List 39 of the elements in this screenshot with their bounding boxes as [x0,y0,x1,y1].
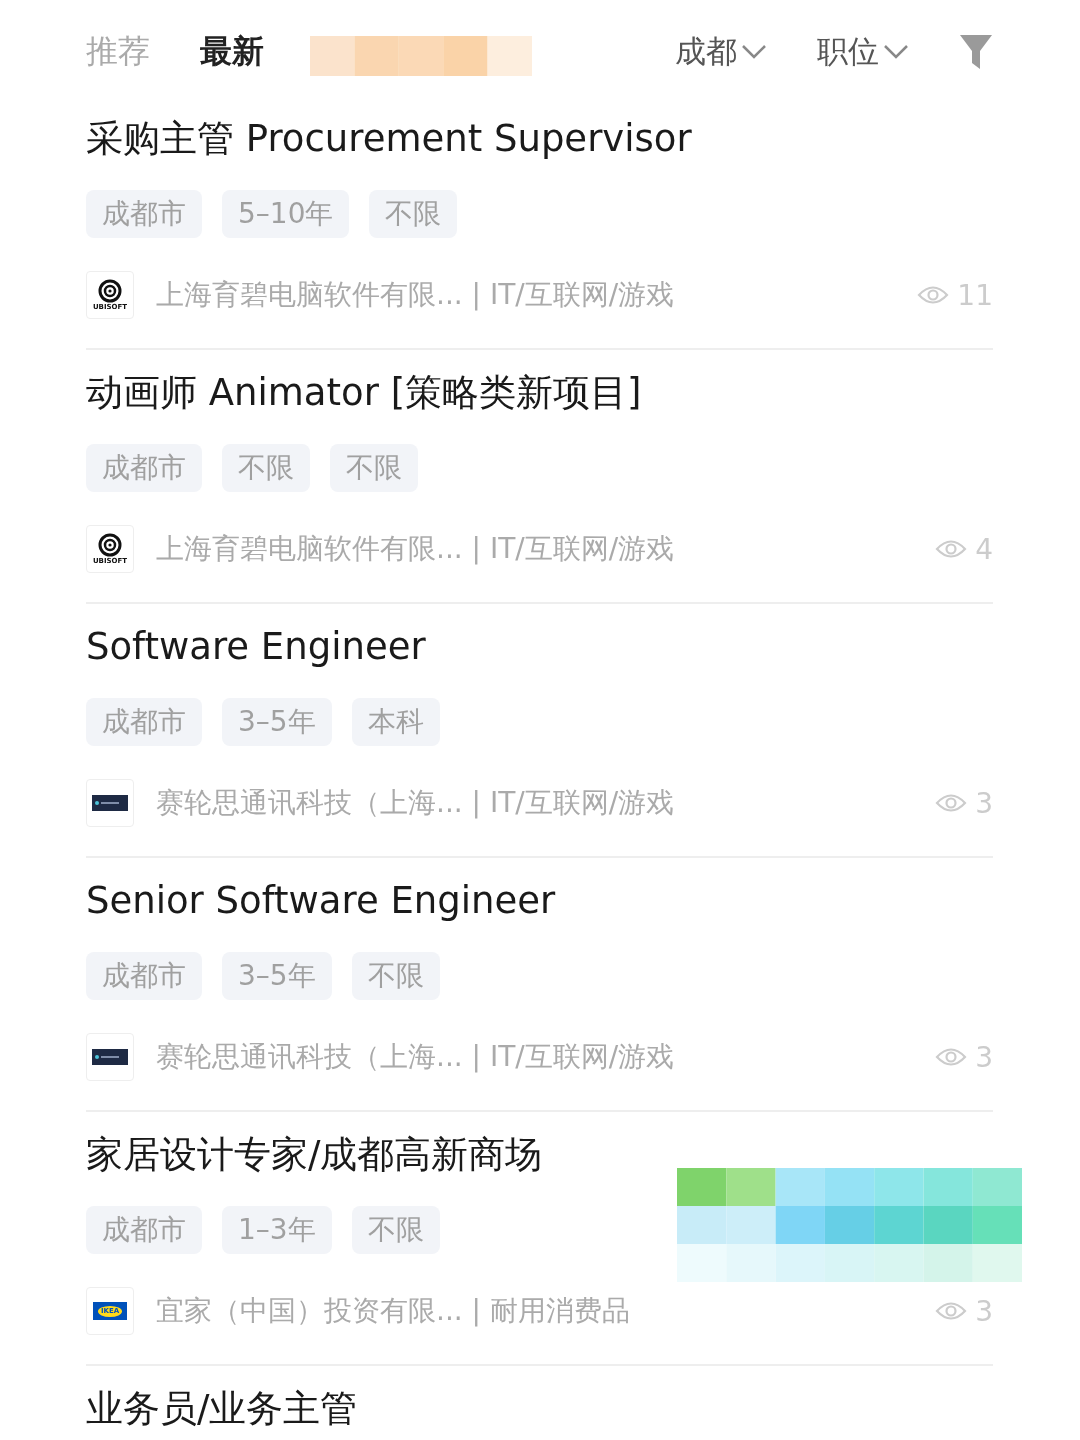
banner-icon [92,795,128,811]
company-info: 赛轮思通讯科技（上海... | IT/互联网/游戏 [156,785,675,821]
job-title[interactable]: 动画师 Animator [策略类新项目] [86,368,993,418]
job-title[interactable]: Senior Software Engineer [86,876,993,926]
filter-dropdown[interactable]: 成都 [675,31,767,73]
job-tag: 不限 [222,444,310,492]
company-info: 上海育碧电脑软件有限... | IT/互联网/游戏 [156,277,675,313]
eye-icon [935,792,968,814]
job-tag: 不限 [369,190,458,238]
job-tag: 3–5年 [222,952,332,1000]
job-title[interactable]: 业务员/业务主管 [86,1384,993,1434]
eye-icon [917,284,950,306]
eye-icon [935,1300,968,1322]
filter-dropdown[interactable]: 职位 [817,31,909,73]
job-tag: 不限 [351,952,440,1000]
eye-icon [935,1046,968,1068]
job-title[interactable]: 家居设计专家/成都高新商场 [86,1130,993,1180]
job-tag: 1–3年 [222,1206,332,1254]
job-tag: 成都市 [86,190,202,238]
banner-icon [92,1049,128,1065]
job-tag: 成都市 [86,444,202,492]
company-info: 上海育碧电脑软件有限... | IT/互联网/游戏 [156,531,675,567]
job-tag: 3–5年 [222,698,332,746]
company-info: 赛轮思通讯科技（上海... | IT/互联网/游戏 [156,1039,675,1075]
eye-icon [935,538,968,560]
caret-icon [883,44,909,60]
job-tag: 5–10年 [222,190,350,238]
job-tag: 成都市 [86,1206,202,1254]
job-tag: 成都市 [86,952,202,1000]
filter-icon[interactable] [959,33,993,71]
job-tag: 不限 [351,1206,440,1254]
job-tag: 成都市 [86,698,202,746]
job-title[interactable]: 采购主管 Procurement Supervisor [86,114,993,164]
caret-icon [741,44,767,60]
job-tag: 本科 [351,698,440,746]
company-info: 宜家（中国）投资有限... | 耐用消费品 [156,1293,630,1329]
job-tag: 不限 [330,444,418,492]
job-title[interactable]: Software Engineer [86,622,993,672]
tab[interactable]: 最新 [200,30,264,74]
